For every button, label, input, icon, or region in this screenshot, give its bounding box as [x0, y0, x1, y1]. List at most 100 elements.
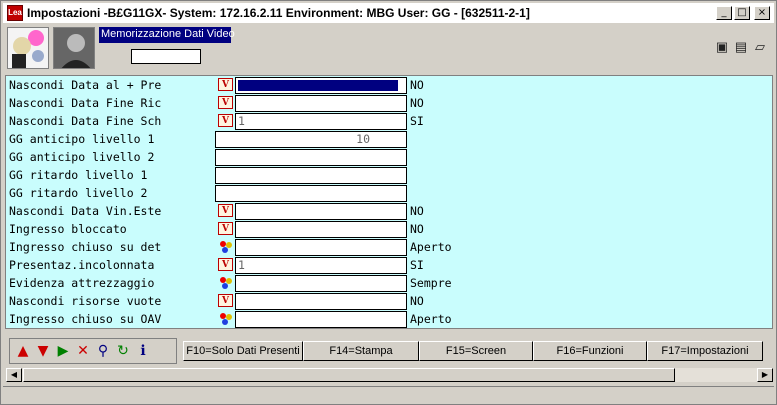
- setting-row: Nascondi Data al + Pre V NO: [6, 76, 772, 94]
- color-balls-icon[interactable]: [218, 312, 233, 325]
- setting-value-description: Aperto: [410, 312, 452, 326]
- panel-title: Memorizzazione Dati Video: [99, 27, 235, 43]
- scroll-right-icon[interactable]: ▶: [757, 368, 773, 382]
- setting-value-description: NO: [410, 78, 424, 92]
- setting-row: Nascondi risorse vuote V NO: [6, 292, 772, 310]
- setting-row: Nascondi Data Fine Ric V NO: [6, 94, 772, 112]
- value-list-icon[interactable]: V: [218, 114, 233, 127]
- minimize-button[interactable]: _: [716, 6, 732, 20]
- move-up-icon[interactable]: ▲: [14, 341, 32, 361]
- setting-label: Evidenza attrezzaggio: [9, 276, 155, 290]
- setting-input-value: 10: [356, 132, 370, 146]
- setting-row: Ingresso chiuso su det Aperto: [6, 238, 772, 256]
- header-toolbar: Memorizzazione Dati Video ▣ ▤ ▱: [3, 25, 774, 73]
- setting-row: Ingresso chiuso su OAV Aperto: [6, 310, 772, 328]
- panel-input[interactable]: [131, 49, 201, 64]
- setting-label: Ingresso bloccato: [9, 222, 127, 236]
- setting-input[interactable]: [215, 185, 407, 202]
- setting-label: GG ritardo livello 1: [9, 168, 148, 182]
- horizontal-scrollbar[interactable]: ◀ ▶: [5, 367, 774, 383]
- function-key-button[interactable]: F17=Impostazioni: [647, 341, 763, 361]
- setting-input[interactable]: [235, 275, 407, 292]
- setting-row: GG anticipo livello 2: [6, 148, 772, 166]
- setting-input[interactable]: [235, 77, 407, 94]
- setting-label: GG anticipo livello 2: [9, 150, 155, 164]
- selection-highlight: [238, 80, 398, 91]
- setting-value-description: SI: [410, 258, 424, 272]
- setting-input[interactable]: [215, 167, 407, 184]
- value-list-icon[interactable]: V: [218, 222, 233, 235]
- setting-row: GG ritardo livello 2: [6, 184, 772, 202]
- setting-row: Ingresso bloccato V NO: [6, 220, 772, 238]
- user-photo-icon[interactable]: [53, 27, 95, 69]
- function-key-button[interactable]: F10=Solo Dati Presenti: [183, 341, 303, 361]
- app-logo-icon[interactable]: Lea: [7, 5, 23, 21]
- window-title: Impostazioni -B£G11GX- System: 172.16.2.…: [27, 6, 530, 20]
- color-balls-icon[interactable]: [218, 240, 233, 253]
- setting-label: Nascondi Data Fine Ric: [9, 96, 162, 110]
- scroll-left-icon[interactable]: ◀: [6, 368, 22, 382]
- setting-label: Nascondi Data Fine Sch: [9, 114, 162, 128]
- setting-row: GG ritardo livello 1: [6, 166, 772, 184]
- value-list-icon[interactable]: V: [218, 258, 233, 271]
- function-key-button[interactable]: F16=Funzioni: [533, 341, 647, 361]
- setting-label: Presentaz.incolonnata: [9, 258, 155, 272]
- info-icon[interactable]: ℹ: [134, 341, 152, 361]
- color-balls-icon[interactable]: [218, 276, 233, 289]
- setting-value-description: Aperto: [410, 240, 452, 254]
- setting-label: GG anticipo livello 1: [9, 132, 155, 146]
- refresh-icon[interactable]: ↻: [114, 341, 132, 361]
- function-key-button[interactable]: F15=Screen: [419, 341, 533, 361]
- right-toolbar: ▣ ▤ ▱: [714, 39, 768, 55]
- status-bar: [3, 386, 774, 404]
- user-avatar-icon[interactable]: [7, 27, 49, 69]
- setting-value-description: NO: [410, 96, 424, 110]
- play-icon[interactable]: ▶: [54, 341, 72, 361]
- setting-row: Nascondi Data Vin.Este V NO: [6, 202, 772, 220]
- setting-input[interactable]: 10: [215, 131, 407, 148]
- move-down-icon[interactable]: ▼: [34, 341, 52, 361]
- setting-input[interactable]: [235, 221, 407, 238]
- setting-value-description: Sempre: [410, 276, 452, 290]
- value-list-icon[interactable]: V: [218, 204, 233, 217]
- setting-label: GG ritardo livello 2: [9, 186, 148, 200]
- setting-input-value: 1: [238, 258, 245, 272]
- setting-input[interactable]: [215, 149, 407, 166]
- setting-value-description: SI: [410, 114, 424, 128]
- setting-row: Nascondi Data Fine Sch V 1 SI: [6, 112, 772, 130]
- setting-input[interactable]: [235, 203, 407, 220]
- title-bar[interactable]: Lea Impostazioni -B£G11GX- System: 172.1…: [3, 3, 774, 23]
- maximize-button[interactable]: □: [734, 6, 750, 20]
- setting-label: Nascondi Data Vin.Este: [9, 204, 162, 218]
- save-video-data-panel: Memorizzazione Dati Video: [99, 27, 235, 67]
- setting-row: GG anticipo livello 1 10: [6, 130, 772, 148]
- setting-label: Nascondi Data al + Pre: [9, 78, 162, 92]
- function-key-button[interactable]: F14=Stampa: [303, 341, 419, 361]
- search-icon[interactable]: ⚲: [94, 341, 112, 361]
- setting-label: Nascondi risorse vuote: [9, 294, 162, 308]
- setting-input[interactable]: [235, 293, 407, 310]
- navigation-buttons: ▲ ▼ ▶ ✕ ⚲ ↻ ℹ: [9, 338, 177, 364]
- setting-value-description: NO: [410, 294, 424, 308]
- close-button[interactable]: ×: [754, 6, 770, 20]
- delete-icon[interactable]: ✕: [74, 341, 92, 361]
- scroll-thumb[interactable]: [23, 368, 675, 382]
- setting-row: Presentaz.incolonnata V 1 SI: [6, 256, 772, 274]
- setting-input[interactable]: [235, 95, 407, 112]
- setting-input[interactable]: 1: [235, 113, 407, 130]
- setting-input[interactable]: [235, 311, 407, 328]
- value-list-icon[interactable]: V: [218, 294, 233, 307]
- value-list-icon[interactable]: V: [218, 78, 233, 91]
- monitor-icon[interactable]: ▣: [714, 39, 730, 55]
- value-list-icon[interactable]: V: [218, 96, 233, 109]
- setting-input[interactable]: 1: [235, 257, 407, 274]
- command-bar: ▲ ▼ ▶ ✕ ⚲ ↻ ℹ F10=Solo Dati Presenti F14=Stampa…: [5, 335, 774, 365]
- settings-grid: Nascondi Data al + Pre V NO Nascondi Data F…: [5, 75, 773, 329]
- setting-input[interactable]: [235, 239, 407, 256]
- folder-icon[interactable]: ▱: [752, 39, 768, 55]
- setting-row: Evidenza attrezzaggio Sempre: [6, 274, 772, 292]
- setting-value-description: NO: [410, 222, 424, 236]
- document-list-icon[interactable]: ▤: [733, 39, 749, 55]
- function-keys: F10=Solo Dati Presenti F14=Stampa F15=Scre…: [183, 341, 763, 361]
- setting-value-description: NO: [410, 204, 424, 218]
